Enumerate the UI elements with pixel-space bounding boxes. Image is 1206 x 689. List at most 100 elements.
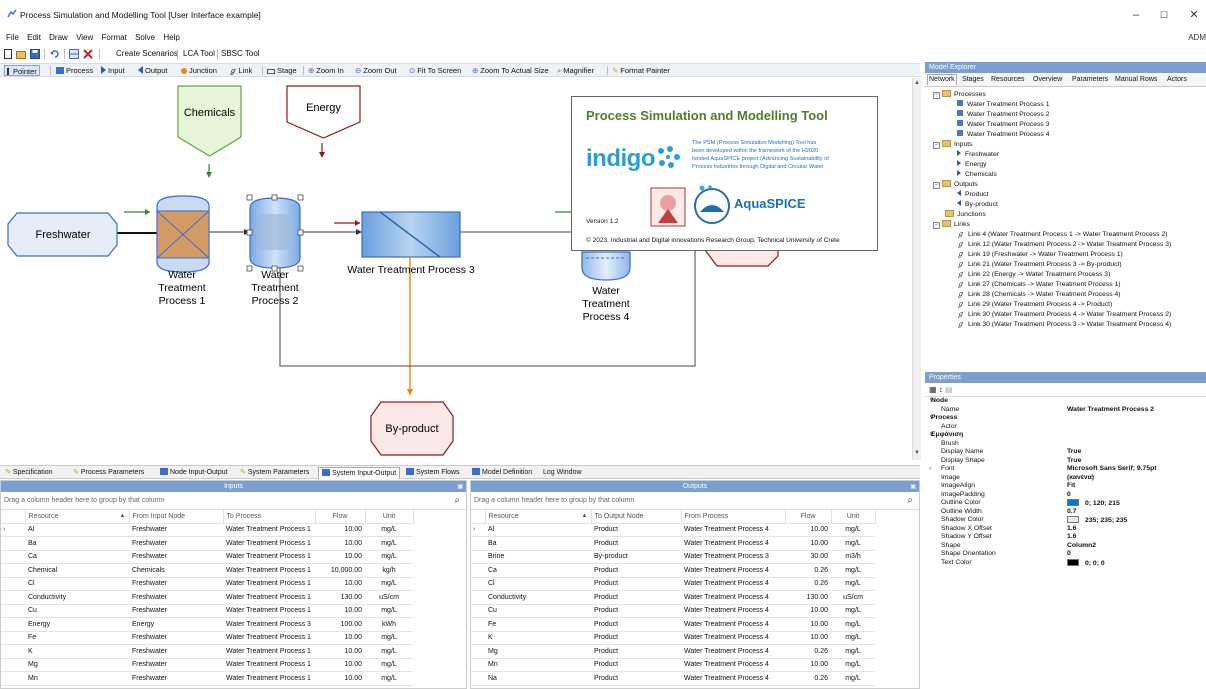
tree-item[interactable]: Freshwater (957, 150, 999, 160)
tree-item[interactable]: Water Treatment Process 4 (957, 130, 1049, 140)
table-cell[interactable]: Product (591, 644, 681, 659)
scroll-up-icon[interactable]: ▲ (914, 80, 920, 86)
table-cell[interactable]: Freshwater (129, 536, 223, 551)
table-cell[interactable]: By-product (591, 550, 681, 564)
col-resource[interactable]: Resource ▲ (485, 510, 592, 524)
table-cell[interactable]: Cu (485, 604, 591, 618)
pointer-tool[interactable]: Pointer (4, 65, 40, 76)
table-cell[interactable]: Al (485, 523, 591, 537)
fit-to-screen-button[interactable]: ⊙ Fit To Screen (409, 65, 461, 76)
tree-link-item[interactable]: ℊ Link 22 (Energy -> Water Treatment Proc… (957, 270, 1110, 280)
tree-item[interactable]: Water Treatment Process 3 (957, 120, 1049, 130)
table-cell[interactable]: mg/L (831, 631, 875, 645)
property-row[interactable]: Text Color 0; 0; 0 (925, 558, 1206, 568)
table-cell[interactable]: Freshwater (129, 590, 223, 605)
property-row[interactable]: Display Shape True (925, 457, 1206, 466)
property-category[interactable]: ∨ Εμφάνιση (925, 431, 1206, 440)
table-cell[interactable]: mg/L (831, 671, 875, 686)
tree-item[interactable]: Product (957, 190, 988, 200)
table-cell[interactable]: Conductivity (25, 590, 129, 605)
table-cell[interactable]: Water Treatment Process 1 (223, 644, 315, 659)
tree-processes[interactable]: − Processes (933, 90, 986, 100)
canvas-scrollbar[interactable]: ▲ ▼ (912, 78, 921, 460)
grid-icon[interactable] (69, 49, 79, 59)
table-cell[interactable]: Water Treatment Process 1 (223, 563, 315, 578)
col-unit[interactable]: Unit (365, 510, 414, 524)
table-cell[interactable]: Mg (25, 658, 129, 672)
table-cell[interactable]: Product (591, 563, 681, 578)
expand-icon[interactable]: › (929, 465, 931, 474)
menu-draw[interactable]: Draw (49, 31, 68, 45)
collapse-icon[interactable]: − (933, 222, 940, 229)
property-value[interactable]: (κανένα) (1067, 474, 1094, 483)
table-row[interactable]: Chemical Chemicals Water Treatment Process… (1, 563, 413, 578)
categorized-icon[interactable]: ▦ (929, 385, 937, 394)
col-flow[interactable]: Flow (785, 510, 832, 524)
menu-file[interactable]: File (6, 31, 19, 45)
table-cell[interactable]: Energy (129, 617, 223, 632)
table-cell[interactable]: mg/L (365, 658, 413, 672)
table-cell[interactable]: Mn (485, 658, 591, 672)
tree-inputs[interactable]: − Inputs (933, 140, 973, 150)
table-cell[interactable]: 10.00 (785, 604, 831, 618)
table-cell[interactable]: Ca (25, 550, 129, 564)
property-row[interactable]: Shape Column2 (925, 542, 1206, 551)
property-row[interactable]: Shadow Y Offset 1.6 (925, 533, 1206, 542)
table-cell[interactable]: Fe (485, 617, 591, 632)
table-row[interactable]: Na Product Water Treatment Process 4 0.26 mg… (471, 671, 875, 686)
table-cell[interactable]: mg/L (365, 671, 413, 686)
table-cell[interactable]: mg/L (831, 523, 875, 537)
collapse-icon[interactable]: − (933, 142, 940, 149)
table-cell[interactable]: 10.00 (315, 523, 365, 537)
table-cell[interactable]: Fe (25, 631, 129, 645)
outputs-group-panel[interactable]: Drag a column header here to group by th… (471, 492, 919, 510)
table-cell[interactable]: Product (591, 577, 681, 591)
table-cell[interactable]: Product (591, 617, 681, 632)
table-row[interactable]: Ba Freshwater Water Treatment Process 1 10.… (1, 536, 413, 551)
property-row[interactable]: Actor (925, 423, 1206, 432)
table-cell[interactable]: Water Treatment Process 4 (681, 604, 785, 618)
table-cell[interactable]: uS/cm (365, 590, 413, 605)
create-scenarios-button[interactable]: Create Scenarios (116, 49, 178, 59)
tree-link-item[interactable]: ℊ Link 30 (Water Treatment Process 3 -> W… (957, 320, 1171, 330)
property-value[interactable]: 1.6 (1067, 525, 1076, 534)
table-cell[interactable]: Water Treatment Process 4 (681, 631, 785, 645)
property-row[interactable]: Image (κανένα) (925, 474, 1206, 483)
table-cell[interactable]: 0.26 (785, 671, 831, 686)
tree-link-item[interactable]: ℊ Link 29 (Water Treatment Process 4 -> P… (957, 300, 1112, 310)
table-cell[interactable]: mg/L (365, 536, 413, 551)
table-cell[interactable]: Water Treatment Process 4 (681, 536, 785, 551)
tab-system-flows[interactable]: System Flows (406, 467, 460, 479)
tab-network[interactable]: Network (927, 74, 957, 85)
table-cell[interactable]: Freshwater (129, 577, 223, 591)
link-tool[interactable]: ℊ Link (229, 65, 252, 76)
table-cell[interactable]: mg/L (365, 577, 413, 591)
tree-item[interactable]: Water Treatment Process 1 (957, 100, 1049, 110)
property-row[interactable]: Display Name True (925, 448, 1206, 457)
table-cell[interactable]: Product (591, 658, 681, 672)
table-row[interactable]: Mn Product Water Treatment Process 4 10.00 m… (471, 658, 875, 672)
table-row[interactable]: Conductivity Freshwater Water Treatment Pr… (1, 590, 413, 605)
tab-actors[interactable]: Actors (1167, 75, 1187, 85)
tab-system-input-output[interactable]: System Input-Output (318, 467, 401, 479)
table-cell[interactable]: Water Treatment Process 1 (223, 631, 315, 645)
table-cell[interactable]: Water Treatment Process 4 (681, 577, 785, 591)
property-row[interactable]: ImagePadding 0 (925, 491, 1206, 500)
tree-link-item[interactable]: ℊ Link 27 (Chemicals -> Water Treatment P… (957, 280, 1121, 290)
col-unit[interactable]: Unit (831, 510, 876, 524)
table-cell[interactable]: Product (591, 523, 681, 537)
zoom-in-button[interactable]: ⊕ Zoom In (308, 65, 344, 76)
table-cell[interactable]: Water Treatment Process 4 (681, 523, 785, 537)
table-cell[interactable]: 10.00 (785, 523, 831, 537)
property-value[interactable]: 1.6 (1067, 533, 1076, 542)
table-row[interactable]: › Al Freshwater Water Treatment Process 1 10… (1, 523, 413, 537)
table-cell[interactable]: Na (485, 671, 591, 686)
table-cell[interactable]: 10.00 (315, 536, 365, 551)
property-value[interactable]: 0 (1067, 491, 1071, 500)
tab-process-parameters[interactable]: ✎ Process Parameters (73, 467, 144, 479)
table-cell[interactable]: Water Treatment Process 1 (223, 523, 315, 537)
table-cell[interactable]: 0.26 (785, 644, 831, 659)
tab-system-parameters[interactable]: ✎ System Parameters (240, 467, 309, 479)
wtp4-process-node[interactable] (581, 251, 631, 281)
table-row[interactable]: Fe Freshwater Water Treatment Process 1 10.… (1, 631, 413, 645)
